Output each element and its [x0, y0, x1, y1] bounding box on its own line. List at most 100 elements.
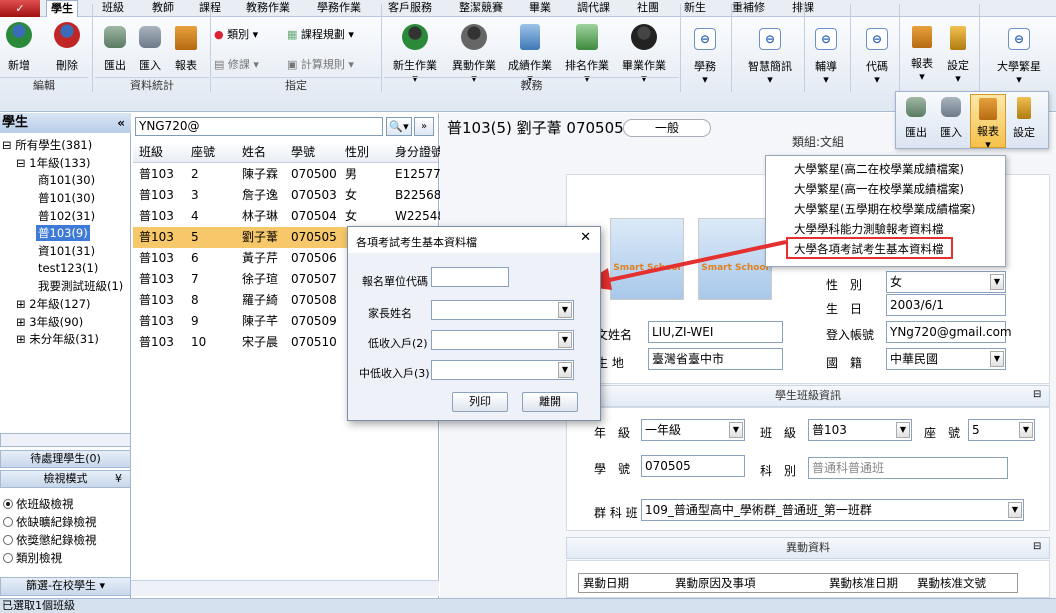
repair-button[interactable]: ▤ 修課 ▾ [214, 58, 284, 71]
tree-grade-1[interactable]: ⊟ 1年級(133) [16, 155, 91, 171]
tab-scheduling[interactable]: 排課 [788, 0, 818, 17]
menu-item-gsat-registration[interactable]: 大學學科能力測驗報考資料檔 [794, 221, 944, 237]
ribbon-divider [92, 4, 93, 92]
print-button[interactable]: 列印 [452, 392, 508, 412]
birthplace-field[interactable]: 臺灣省臺中市 [648, 348, 783, 370]
smart-sms-button[interactable]: ⊖ 智慧簡訊 ▾ [738, 28, 802, 86]
export-button[interactable]: 匯出 [102, 26, 128, 72]
login-field[interactable]: YNg720@gmail.com [886, 321, 1012, 343]
category-button[interactable]: ● 類別 ▾ [214, 28, 284, 41]
group-select[interactable]: 109_普通型高中_學術群_普通班_第一班群 ▼ [641, 499, 1024, 521]
transfer-button[interactable]: 異動作業 ▾ [447, 24, 501, 85]
studentaffairs-button[interactable]: ⊖ 學務 ▾ [685, 28, 725, 86]
search-input[interactable]: YNG720@ [135, 117, 383, 136]
menu-item-exam-basic-data[interactable]: 大學各項考試考生基本資料檔 [794, 241, 944, 257]
view-mode-header[interactable]: 檢視模式 ¥ [0, 470, 131, 488]
tab-cleaning[interactable]: 整潔競賽 [455, 0, 507, 17]
tree-grade-2[interactable]: ⊞ 2年級(127) [16, 296, 91, 312]
class-select[interactable]: 普103 ▼ [808, 419, 912, 441]
table-row[interactable]: 普103 3 詹子逸 070503 女 B22568 [133, 185, 441, 206]
report2-button[interactable]: 報表 ▾ [907, 26, 937, 83]
collapse-icon[interactable]: ⊟ [1033, 541, 1041, 552]
mid-low-income-select[interactable]: ▼ [431, 360, 574, 380]
table-cell: 詹子逸 [242, 188, 279, 202]
next-result-icon[interactable]: » [414, 117, 434, 136]
birth-field[interactable]: 2003/6/1 [886, 294, 1006, 316]
search-icon[interactable]: 🔍▾ [386, 117, 412, 136]
popup-export-button[interactable]: 匯出 [902, 97, 930, 139]
class-info-header[interactable]: 學生班級資訊 [566, 385, 1050, 407]
table-cell: E12577 [395, 167, 441, 181]
graduate-button[interactable]: 畢業作業 ▾ [617, 24, 671, 85]
left-horizontal-scrollbar[interactable] [0, 433, 131, 447]
seat-select[interactable]: 5 ▼ [968, 419, 1035, 441]
report-button[interactable]: 報表 [172, 26, 200, 72]
tree-class[interactable]: 普102(31) [38, 208, 95, 224]
tab-class[interactable]: 班級 [98, 0, 128, 17]
calc-rule-button[interactable]: ▣ 計算規則 ▾ [287, 58, 377, 71]
menu-item-star-five-semester[interactable]: 大學繁星(五學期在校學業成績檔案) [794, 201, 975, 217]
settings-button[interactable]: 設定 ▾ [943, 26, 973, 85]
add-button[interactable]: 新增 [4, 22, 34, 72]
tab-makeup[interactable]: 重補修 [728, 0, 769, 17]
list-horizontal-scrollbar[interactable] [131, 580, 439, 596]
popup-settings-button[interactable]: 設定 [1010, 97, 1038, 139]
code-button[interactable]: ⊖ 代碼 ▾ [859, 28, 895, 86]
import-button[interactable]: 匯入 [137, 26, 163, 72]
app-menu-button[interactable]: ✓ [0, 0, 40, 17]
stuno-field[interactable]: 070505 [641, 455, 745, 477]
gender-select[interactable]: 女 ▼ [886, 271, 1006, 293]
tree-all-students[interactable]: ⊟ 所有學生(381) [2, 137, 92, 153]
low-income-select[interactable]: ▼ [431, 330, 574, 350]
tree-unassigned[interactable]: ⊞ 未分年級(31) [16, 331, 99, 347]
tree-class[interactable]: 商101(30) [38, 172, 95, 188]
menu-item-star-grade2[interactable]: 大學繁星(高二在校學業成績檔案) [794, 161, 964, 177]
tab-graduation[interactable]: 畢業 [525, 0, 555, 17]
pending-students[interactable]: 待處理學生(0) [0, 450, 131, 468]
chevron-down-icon: ▼ [558, 332, 572, 348]
tab-teacher[interactable]: 教師 [148, 0, 178, 17]
en-name-field[interactable]: LIU,ZI-WEI [648, 321, 783, 343]
delete-button[interactable]: 刪除 [52, 22, 82, 72]
view-by-category-radio[interactable]: 類別檢視 [3, 550, 62, 566]
tree-class[interactable]: 資101(31) [38, 243, 95, 259]
filter-dropdown[interactable]: 篩選-在校學生 ▾ [0, 577, 131, 596]
tree-grade-3[interactable]: ⊞ 3年級(90) [16, 314, 83, 330]
tree-class[interactable]: 普101(30) [38, 190, 95, 206]
popup-import-button[interactable]: 匯入 [937, 97, 965, 139]
nation-select[interactable]: 中華民國 ▼ [886, 348, 1006, 370]
parent-name-select[interactable]: ▼ [431, 300, 574, 320]
tree-class[interactable]: 我要測試班級(1) [38, 278, 123, 294]
grade-select[interactable]: 一年級 ▼ [641, 419, 745, 441]
unit-code-input[interactable] [431, 267, 509, 287]
collapse-button[interactable]: « [117, 113, 125, 133]
view-by-reward-radio[interactable]: 依獎懲紀錄檢視 [3, 532, 97, 548]
newstudent-button[interactable]: 新生作業 ▾ [388, 24, 442, 85]
close-icon[interactable]: ✕ [580, 230, 591, 245]
tab-student-affairs[interactable]: 學務作業 [313, 0, 365, 17]
tab-substitute[interactable]: 調代課 [573, 0, 614, 17]
popup-report-button[interactable]: 報表 ▾ [970, 94, 1006, 151]
tree-class[interactable]: test123(1) [38, 261, 98, 275]
view-by-absence-radio[interactable]: 依缺曠紀錄檢視 [3, 514, 97, 530]
tab-student[interactable]: 學生 [46, 0, 78, 18]
leave-button[interactable]: 離開 [522, 392, 578, 412]
menu-item-star-grade1[interactable]: 大學繁星(高一在校學業成績檔案) [794, 181, 964, 197]
tree-class-selected[interactable]: 普103(9) [36, 225, 90, 241]
tab-club[interactable]: 社團 [633, 0, 663, 17]
tab-newstudent[interactable]: 新生 [680, 0, 710, 17]
tab-academic[interactable]: 教務作業 [242, 0, 294, 17]
transfer-header[interactable]: 異動資料 [566, 537, 1050, 559]
table-cell: 普103 [139, 272, 174, 286]
rank-button[interactable]: 排名作業 ▾ [560, 24, 614, 85]
grade-button[interactable]: 成績作業 ▾ [503, 24, 557, 85]
collapse-icon[interactable]: ⊟ [1033, 389, 1041, 400]
course-plan-button[interactable]: ▦ 課程規劃 ▾ [287, 28, 377, 41]
counsel-button[interactable]: ⊖ 輔導 ▾ [808, 28, 844, 86]
view-by-class-radio[interactable]: 依班級檢視 [3, 496, 74, 512]
table-row[interactable]: 普103 2 陳子霖 070500 男 E12577 [133, 164, 441, 185]
table-row[interactable]: 普103 4 林子琳 070504 女 W22548 [133, 206, 445, 227]
star-program-button[interactable]: ⊖ 大學繁星 ▾ [988, 28, 1050, 86]
tab-service[interactable]: 客戶服務 [384, 0, 436, 17]
grade-label: 年 級 [594, 426, 631, 440]
